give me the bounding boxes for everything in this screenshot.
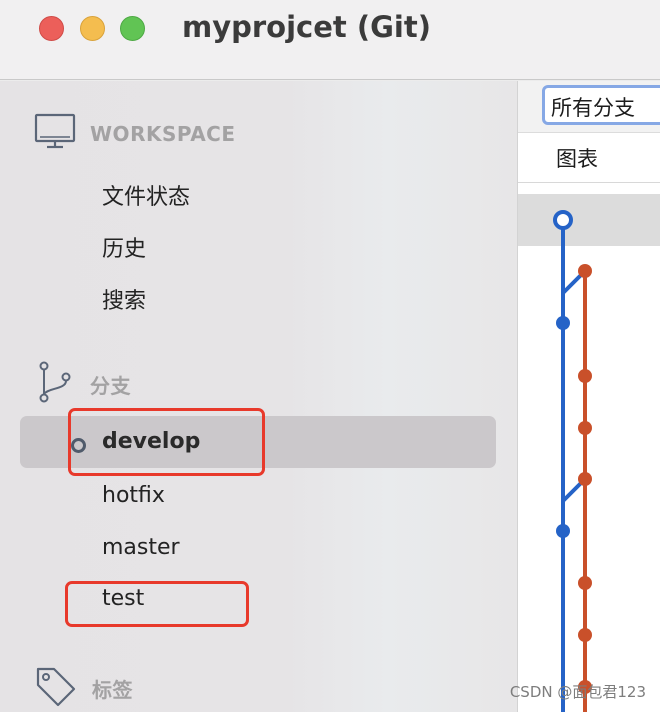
commit-node-head xyxy=(553,210,573,230)
history-panel: 所有分支 图表 xyxy=(517,81,660,712)
monitor-icon xyxy=(34,113,76,155)
commit-node xyxy=(578,628,592,642)
branches-section-header: 分支 xyxy=(34,361,131,407)
window-title: myprojcet (Git) xyxy=(182,10,431,44)
commit-node xyxy=(556,524,570,538)
branch-label-master: master xyxy=(102,535,180,560)
sidebar-item-search[interactable]: 搜索 xyxy=(102,283,146,315)
close-window-button[interactable] xyxy=(39,16,64,41)
commit-node xyxy=(556,316,570,330)
annotation-highlight-test xyxy=(65,581,249,627)
commit-node xyxy=(578,264,592,278)
branches-header-label: 分支 xyxy=(90,373,131,398)
sidebar-item-file-status[interactable]: 文件状态 xyxy=(102,179,190,211)
branch-item-master[interactable]: master xyxy=(20,522,496,574)
workspace-section-header: WORKSPACE xyxy=(34,113,236,155)
branch-label-hotfix: hotfix xyxy=(102,483,165,508)
minimize-window-button[interactable] xyxy=(80,16,105,41)
title-bar: myprojcet (Git) xyxy=(0,0,660,80)
sidebar-item-history[interactable]: 历史 xyxy=(102,231,146,263)
commit-node xyxy=(578,472,592,486)
workspace-header-label: WORKSPACE xyxy=(90,122,236,146)
commit-node xyxy=(578,576,592,590)
commit-node xyxy=(578,421,592,435)
branch-icon xyxy=(34,361,76,407)
annotation-highlight-develop xyxy=(68,408,265,476)
watermark: CSDN @面包君123 xyxy=(509,683,646,701)
tags-header-label: 标签 xyxy=(92,677,133,702)
commit-graph xyxy=(553,210,592,712)
zoom-window-button[interactable] xyxy=(120,16,145,41)
tags-section-header: 标签 xyxy=(34,665,133,711)
tag-icon xyxy=(34,665,78,711)
branch-item-hotfix[interactable]: hotfix xyxy=(20,470,496,522)
commit-node xyxy=(578,369,592,383)
